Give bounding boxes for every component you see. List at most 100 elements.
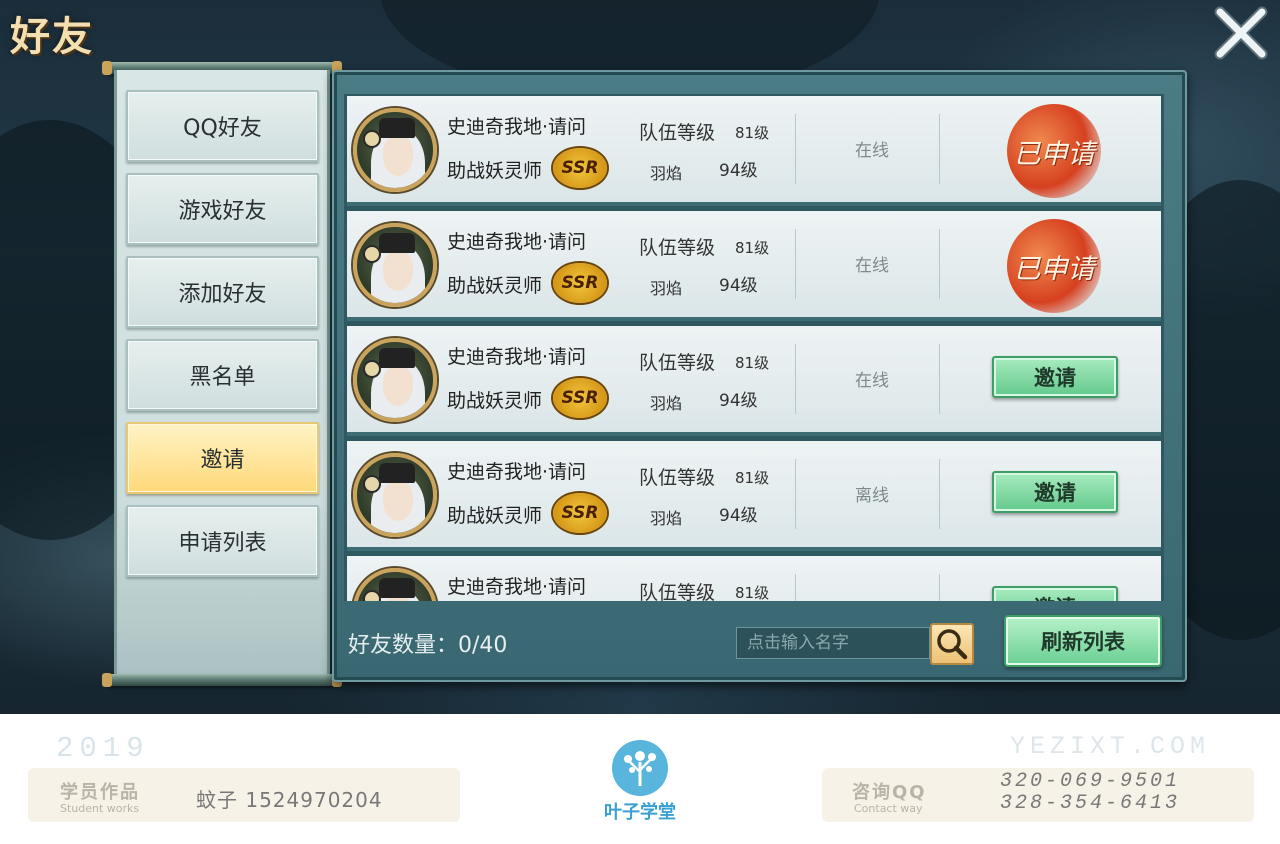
applied-stamp: 已申请 — [1007, 219, 1101, 313]
friend-panel: 史迪奇我地·请问 助战妖灵师 SSR 队伍等级 81级 羽焰 94级 在线 已申… — [332, 70, 1187, 682]
ssr-badge: SSR — [553, 148, 607, 188]
team-level: 81级 — [735, 124, 770, 142]
search-icon — [937, 629, 968, 660]
avatar — [353, 108, 437, 192]
online-status: 在线 — [855, 141, 889, 161]
contact-title: 咨询QQ — [852, 782, 927, 803]
page-title: 好友 — [10, 13, 94, 60]
sidebar-item-add-friend[interactable]: 添加好友 — [126, 256, 319, 328]
footer: 2019 YEZIXT.COM 学员作品 Student works 蚊子 15… — [0, 714, 1280, 844]
friend-role: 助战妖灵师 — [447, 160, 543, 182]
friend-name: 史迪奇我地·请问 — [447, 346, 587, 368]
invite-button[interactable]: 邀请 — [992, 356, 1118, 398]
footer-site: YEZIXT.COM — [1010, 732, 1211, 761]
online-status: 离线 — [855, 486, 889, 506]
divider — [939, 229, 940, 299]
footer-year: 2019 — [56, 732, 150, 765]
invite-button[interactable]: 邀请 — [992, 586, 1118, 601]
sidebar-item-label: 游戏好友 — [178, 199, 267, 224]
school-logo: 叶子学堂 — [604, 740, 676, 830]
sidebar-item-label: 黑名单 — [189, 365, 256, 390]
friend-name: 史迪奇我地·请问 — [447, 576, 587, 598]
divider — [795, 344, 796, 414]
friend-row: 史迪奇我地·请问 助战妖灵师 SSR 队伍等级 81级 羽焰 94级 在线 已申… — [347, 211, 1161, 321]
team-level: 81级 — [735, 584, 770, 601]
ssr-badge: SSR — [553, 263, 607, 303]
student-name: 蚊子 1524970204 — [196, 788, 383, 812]
search-input[interactable] — [736, 627, 930, 659]
sidebar-item-label: QQ好友 — [183, 116, 262, 141]
divider — [939, 114, 940, 184]
tree-logo-icon — [612, 740, 668, 796]
close-icon — [1214, 6, 1268, 60]
friend-role: 助战妖灵师 — [447, 390, 543, 412]
partner-level: 94级 — [719, 506, 758, 526]
friend-row: 史迪奇我地·请问 助战妖灵师 SSR 队伍等级 81级 羽焰 94级 邀请 — [347, 556, 1161, 601]
game-scene: 好友 QQ好友 游戏好友 添加好友 黑名单 邀请 申请列表 史迪奇我地·请问 助… — [0, 0, 1280, 714]
sidebar-item-label: 申请列表 — [178, 531, 267, 556]
invite-button[interactable]: 邀请 — [992, 471, 1118, 513]
divider — [795, 459, 796, 529]
divider — [795, 114, 796, 184]
partner-level: 94级 — [719, 276, 758, 296]
team-level: 81级 — [735, 469, 770, 487]
team-level: 81级 — [735, 239, 770, 257]
avatar — [353, 568, 437, 601]
search-button[interactable] — [930, 623, 974, 665]
sidebar-item-qq-friends[interactable]: QQ好友 — [126, 90, 319, 162]
student-works-box: 学员作品 Student works 蚊子 1524970204 — [28, 768, 460, 822]
team-level: 81级 — [735, 354, 770, 372]
partner-level: 94级 — [719, 391, 758, 411]
team-level-label: 队伍等级 — [639, 122, 716, 144]
team-level-label: 队伍等级 — [639, 237, 716, 259]
partner-name: 羽焰 — [650, 509, 683, 528]
sidebar-item-label: 添加好友 — [178, 282, 267, 307]
friend-name: 史迪奇我地·请问 — [447, 116, 587, 138]
close-button[interactable] — [1210, 2, 1272, 64]
avatar — [353, 223, 437, 307]
sidebar-item-label: 邀请 — [200, 448, 245, 473]
friend-role: 助战妖灵师 — [447, 275, 543, 297]
applied-stamp: 已申请 — [1007, 104, 1101, 198]
partner-name: 羽焰 — [650, 164, 683, 183]
divider — [939, 574, 940, 601]
sidebar-item-blacklist[interactable]: 黑名单 — [126, 339, 319, 411]
avatar — [353, 453, 437, 537]
team-level-label: 队伍等级 — [639, 582, 716, 601]
contact-qq-2: 328-354-6413 — [1000, 792, 1181, 815]
partner-level: 94级 — [719, 161, 758, 181]
divider — [795, 574, 796, 601]
student-works-title: 学员作品 — [60, 782, 140, 803]
divider — [939, 459, 940, 529]
avatar — [353, 338, 437, 422]
ssr-badge: SSR — [553, 378, 607, 418]
friend-row: 史迪奇我地·请问 助战妖灵师 SSR 队伍等级 81级 羽焰 94级 在线 已申… — [347, 96, 1161, 206]
friend-name: 史迪奇我地·请问 — [447, 461, 587, 483]
contact-qq-1: 320-069-9501 — [1000, 770, 1181, 793]
sidebar-item-game-friends[interactable]: 游戏好友 — [126, 173, 319, 245]
team-level-label: 队伍等级 — [639, 467, 716, 489]
friend-name: 史迪奇我地·请问 — [447, 231, 587, 253]
sidebar-scroll: QQ好友 游戏好友 添加好友 黑名单 邀请 申请列表 — [102, 61, 342, 690]
sidebar-item-request-list[interactable]: 申请列表 — [126, 505, 319, 577]
divider — [795, 229, 796, 299]
ssr-badge: SSR — [553, 493, 607, 533]
friend-list[interactable]: 史迪奇我地·请问 助战妖灵师 SSR 队伍等级 81级 羽焰 94级 在线 已申… — [344, 94, 1164, 601]
friend-row: 史迪奇我地·请问 助战妖灵师 SSR 队伍等级 81级 羽焰 94级 在线 邀请 — [347, 326, 1161, 436]
student-works-subtitle: Student works — [60, 802, 140, 815]
friend-count: 好友数量：0/40 — [348, 633, 508, 658]
team-level-label: 队伍等级 — [639, 352, 716, 374]
contact-subtitle: Contact way — [854, 802, 923, 815]
divider — [939, 344, 940, 414]
online-status: 在线 — [855, 256, 889, 276]
friend-role: 助战妖灵师 — [447, 505, 543, 527]
contact-box: 咨询QQ Contact way 320-069-9501 328-354-64… — [822, 768, 1254, 822]
scroll-rod-bottom — [102, 673, 342, 687]
sidebar-item-invite[interactable]: 邀请 — [126, 422, 319, 494]
partner-name: 羽焰 — [650, 394, 683, 413]
refresh-list-button[interactable]: 刷新列表 — [1004, 615, 1162, 667]
partner-name: 羽焰 — [650, 279, 683, 298]
online-status: 在线 — [855, 371, 889, 391]
school-name: 叶子学堂 — [604, 802, 676, 823]
friend-row: 史迪奇我地·请问 助战妖灵师 SSR 队伍等级 81级 羽焰 94级 离线 邀请 — [347, 441, 1161, 551]
